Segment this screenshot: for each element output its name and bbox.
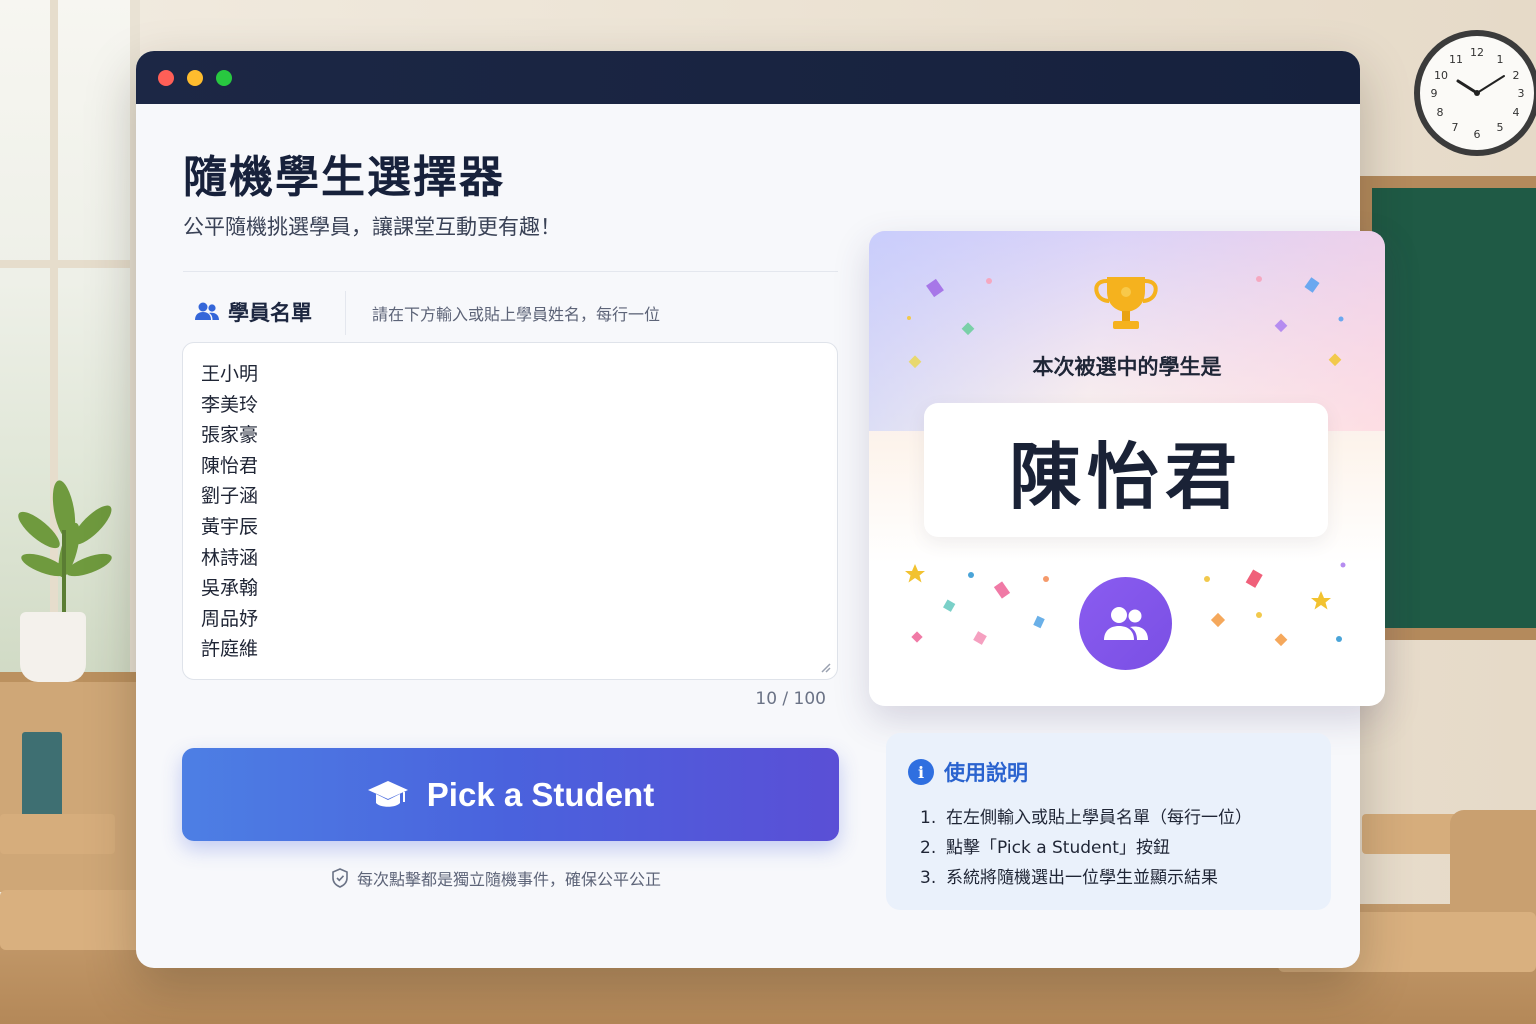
background-desk	[0, 890, 150, 950]
trophy-icon	[1094, 277, 1158, 329]
svg-text:1: 1	[1497, 53, 1504, 66]
title-bar	[136, 51, 1360, 104]
resize-handle-icon[interactable]	[819, 661, 831, 673]
background-chalkboard	[1360, 176, 1536, 640]
roster-label: 學員名單	[228, 301, 312, 325]
users-icon	[195, 302, 219, 320]
header-divider	[183, 271, 838, 272]
student-name-line: 劉子涵	[201, 485, 259, 508]
svg-text:12: 12	[1470, 46, 1484, 59]
student-name-line: 張家豪	[201, 424, 259, 447]
graduation-cap-icon	[367, 780, 408, 807]
avatar	[1079, 577, 1172, 670]
fairness-note-text: 每次點擊都是獨立隨機事件，確保公平公正	[357, 870, 662, 889]
svg-text:4: 4	[1513, 106, 1520, 119]
roster-separator	[345, 291, 346, 335]
svg-text:7: 7	[1452, 121, 1459, 134]
fairness-note: 每次點擊都是獨立隨機事件，確保公平公正	[331, 866, 661, 890]
result-label: 本次被選中的學生是	[1032, 355, 1222, 379]
instructions-header: i 使用說明	[908, 757, 1309, 787]
step-text: 系統將隨機選出一位學生並顯示結果	[946, 868, 1218, 888]
student-list-textarea[interactable]: 王小明 李美玲 張家豪 陳怡君 劉子涵 黃宇辰 林詩涵 吳承翰 周品妤 許庭維	[182, 342, 838, 680]
pick-student-label: Pick a Student	[426, 775, 655, 813]
minimize-window-button[interactable]	[187, 70, 203, 86]
student-name-line: 王小明	[201, 363, 259, 385]
pick-student-button[interactable]: Pick a Student	[182, 748, 839, 841]
selected-student-name: 陳怡君	[1008, 434, 1243, 519]
svg-text:8: 8	[1437, 106, 1444, 119]
step-text: 點擊「Pick a Student」按鈕	[946, 838, 1170, 858]
student-name-line: 陳怡君	[201, 454, 259, 477]
student-name-line: 李美玲	[201, 393, 259, 416]
step-text: 在左側輸入或貼上學員名單（每行一位）	[946, 808, 1252, 828]
background-clock: 12 1 2 3 45 6 78 9 10 11	[1414, 30, 1536, 156]
maximize-window-button[interactable]	[216, 70, 232, 86]
step-number: 1.	[920, 808, 937, 828]
background-desk	[0, 814, 115, 854]
background-chair	[1450, 810, 1536, 920]
roster-header: 學員名單	[194, 297, 312, 327]
users-icon	[1103, 606, 1148, 640]
svg-text:9: 9	[1431, 87, 1438, 100]
svg-text:10: 10	[1434, 69, 1448, 82]
roster-hint: 請在下方輸入或貼上學員姓名，每行一位	[372, 305, 661, 324]
result-card: 本次被選中的學生是 陳怡君	[869, 231, 1385, 706]
instructions-list: 1. 在左側輸入或貼上學員名單（每行一位） 2. 點擊「Pick a Stude…	[908, 803, 1309, 893]
svg-text:2: 2	[1513, 69, 1520, 82]
page-title: 隨機學生選擇器	[183, 152, 505, 203]
page-subtitle: 公平隨機挑選學員，讓課堂互動更有趣！	[183, 215, 561, 239]
list-item: 2. 點擊「Pick a Student」按鈕	[920, 833, 1309, 863]
student-name-line: 周品妤	[201, 607, 259, 630]
svg-text:5: 5	[1497, 121, 1504, 134]
instructions-panel: i 使用說明 1. 在左側輸入或貼上學員名單（每行一位） 2. 點擊「Pick …	[886, 733, 1331, 910]
student-name-line: 許庭維	[201, 638, 259, 661]
svg-text:11: 11	[1449, 53, 1463, 66]
background-shelf	[0, 672, 140, 892]
shield-icon	[332, 868, 348, 888]
svg-text:6: 6	[1474, 128, 1481, 141]
svg-text:3: 3	[1518, 87, 1525, 100]
list-item: 1. 在左側輸入或貼上學員名單（每行一位）	[920, 803, 1309, 833]
background-plant	[18, 480, 112, 620]
close-window-button[interactable]	[158, 70, 174, 86]
student-name-line: 吳承翰	[201, 577, 259, 600]
info-icon: i	[908, 759, 934, 785]
list-item: 3. 系統將隨機選出一位學生並顯示結果	[920, 863, 1309, 893]
selected-student-box: 陳怡君	[924, 403, 1328, 537]
instructions-title: 使用說明	[944, 761, 1028, 785]
name-counter: 10 / 100	[755, 689, 826, 709]
background-pot	[20, 612, 86, 682]
step-number: 2.	[920, 838, 937, 858]
step-number: 3.	[920, 868, 937, 888]
student-name-line: 林詩涵	[201, 546, 259, 569]
student-name-line: 黃宇辰	[201, 515, 259, 538]
